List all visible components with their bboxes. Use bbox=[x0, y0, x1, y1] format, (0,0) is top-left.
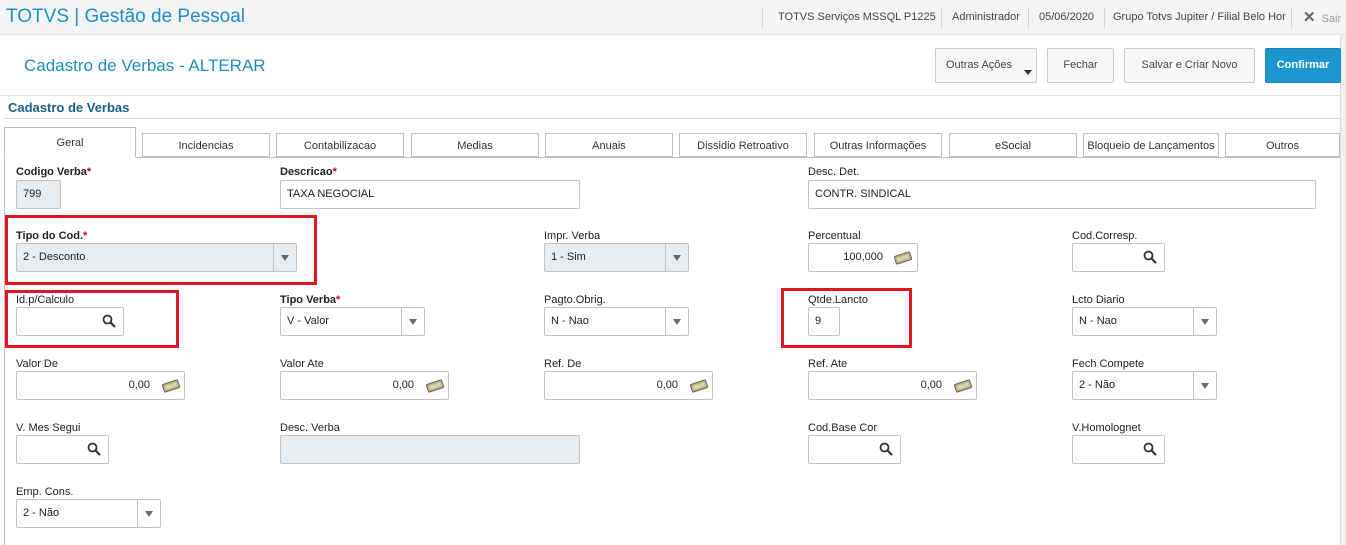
divider bbox=[762, 8, 763, 28]
descricao-label: Descricao* bbox=[280, 166, 337, 178]
fech-compete-value: 2 - Não bbox=[1079, 379, 1116, 391]
tipo-verba-value: V - Valor bbox=[287, 315, 329, 327]
pagto-obrig-select[interactable]: N - Nao bbox=[544, 307, 689, 336]
search-icon[interactable] bbox=[102, 314, 116, 328]
more-actions-button[interactable]: Outras Ações bbox=[935, 48, 1037, 83]
environment-label: TOTVS Serviços MSSQL P1225 bbox=[778, 11, 936, 23]
exit-button[interactable]: ✕ Sair bbox=[1303, 0, 1341, 35]
divider bbox=[1104, 8, 1105, 28]
chevron-down-icon[interactable] bbox=[273, 244, 296, 271]
impr-verba-value: 1 - Sim bbox=[551, 251, 586, 263]
desc-det-field[interactable]: CONTR. SINDICAL bbox=[808, 180, 1316, 209]
cod-corresp-label: Cod.Corresp. bbox=[1072, 230, 1138, 242]
chevron-down-icon[interactable] bbox=[1193, 308, 1216, 335]
tipo-cod-label: Tipo do Cod.* bbox=[16, 230, 88, 242]
tab-outros[interactable]: Outros bbox=[1225, 133, 1340, 157]
tipo-cod-select[interactable]: 2 - Desconto bbox=[16, 243, 297, 272]
valor-ate-field[interactable]: 0,00 bbox=[280, 371, 449, 400]
v-mes-segui-label: V. Mes Segui bbox=[16, 422, 81, 434]
descricao-field[interactable]: TAXA NEGOCIAL bbox=[280, 180, 580, 209]
ref-de-field[interactable]: 0,00 bbox=[544, 371, 713, 400]
close-button[interactable]: Fechar bbox=[1047, 48, 1114, 83]
chevron-down-icon[interactable] bbox=[665, 244, 688, 271]
tab-geral[interactable]: Geral bbox=[4, 127, 136, 158]
lcto-diario-value: N - Nao bbox=[1079, 315, 1117, 327]
search-icon[interactable] bbox=[87, 442, 101, 456]
impr-verba-label: Impr. Verba bbox=[544, 230, 601, 242]
search-icon[interactable] bbox=[879, 442, 893, 456]
chevron-down-icon[interactable] bbox=[401, 308, 424, 335]
money-icon[interactable] bbox=[161, 379, 181, 393]
valor-ate-label: Valor Ate bbox=[280, 358, 324, 370]
form-area bbox=[4, 158, 1340, 545]
divider bbox=[1291, 8, 1292, 28]
pagto-obrig-label: Pagto.Obrig. bbox=[544, 294, 606, 306]
chevron-down-icon[interactable] bbox=[1193, 372, 1216, 399]
money-icon[interactable] bbox=[953, 379, 973, 393]
cod-base-cor-label: Cod.Base Cor bbox=[808, 422, 878, 434]
chevron-down-icon[interactable] bbox=[665, 308, 688, 335]
emp-cons-label: Emp. Cons. bbox=[16, 486, 74, 498]
fech-compete-select[interactable]: 2 - Não bbox=[1072, 371, 1217, 400]
confirm-button[interactable]: Confirmar bbox=[1265, 48, 1341, 83]
divider bbox=[941, 8, 942, 28]
tab-contabilizacao[interactable]: Contabilizacao bbox=[276, 133, 404, 157]
tab-esocial[interactable]: eSocial bbox=[949, 133, 1077, 157]
desc-det-label: Desc. Det. bbox=[808, 166, 860, 178]
app-brand: TOTVS | Gestão de Pessoal bbox=[6, 6, 246, 27]
date-label: 05/06/2020 bbox=[1039, 11, 1095, 23]
tab-dissidio-retroativo[interactable]: Dissidio Retroativo bbox=[679, 133, 807, 157]
codigo-verba-label: Codigo Verba* bbox=[16, 166, 92, 178]
tab-anuais[interactable]: Anuais bbox=[545, 133, 673, 157]
money-icon[interactable] bbox=[425, 379, 445, 393]
valor-de-field[interactable]: 0,00 bbox=[16, 371, 185, 400]
qtde-lancto-label: Qtde.Lancto bbox=[808, 294, 868, 306]
desc-verba-field[interactable] bbox=[280, 435, 580, 464]
lcto-diario-select[interactable]: N - Nao bbox=[1072, 307, 1217, 336]
divider bbox=[4, 118, 1340, 119]
lcto-diario-label: Lcto Diario bbox=[1072, 294, 1125, 306]
page-title: Cadastro de Verbas - ALTERAR bbox=[24, 56, 266, 75]
ref-ate-field[interactable]: 0,00 bbox=[808, 371, 977, 400]
chevron-down-icon[interactable] bbox=[137, 500, 160, 527]
chevron-down-icon bbox=[1024, 70, 1032, 75]
codigo-verba-field[interactable]: 799 bbox=[16, 180, 61, 209]
money-icon[interactable] bbox=[689, 379, 709, 393]
impr-verba-select[interactable]: 1 - Sim bbox=[544, 243, 689, 272]
emp-cons-value: 2 - Não bbox=[23, 507, 60, 519]
section-title: Cadastro de Verbas bbox=[8, 100, 130, 115]
emp-cons-select[interactable]: 2 - Não bbox=[16, 499, 161, 528]
divider bbox=[1028, 8, 1029, 28]
tipo-verba-select[interactable]: V - Valor bbox=[280, 307, 425, 336]
search-icon[interactable] bbox=[1143, 250, 1157, 264]
v-homolognet-label: V.Homolognet bbox=[1072, 422, 1141, 434]
desc-verba-label: Desc. Verba bbox=[280, 422, 340, 434]
top-bar: TOTVS | Gestão de Pessoal TOTVS Serviços… bbox=[0, 0, 1346, 35]
tab-bloqueio-lancamentos[interactable]: Bloqueio de Lançamentos bbox=[1083, 133, 1219, 157]
tab-outras-informacoes[interactable]: Outras Informações bbox=[814, 133, 942, 157]
ref-de-label: Ref. De bbox=[544, 358, 582, 370]
tab-medias[interactable]: Medias bbox=[411, 133, 539, 157]
percentual-label: Percentual bbox=[808, 230, 861, 242]
user-label[interactable]: Administrador bbox=[952, 0, 1020, 35]
search-icon[interactable] bbox=[1143, 442, 1157, 456]
save-new-button[interactable]: Salvar e Criar Novo bbox=[1124, 48, 1255, 83]
ref-ate-label: Ref. Ate bbox=[808, 358, 848, 370]
more-actions-label: Outras Ações bbox=[946, 59, 1013, 71]
tab-incidencias[interactable]: Incidencias bbox=[142, 133, 270, 157]
vertical-scrollbar[interactable] bbox=[1340, 35, 1346, 545]
qtde-lancto-field[interactable]: 9 bbox=[808, 307, 840, 336]
tipo-verba-label: Tipo Verba* bbox=[280, 294, 341, 306]
exit-label: Sair bbox=[1321, 13, 1342, 25]
pagto-obrig-value: N - Nao bbox=[551, 315, 589, 327]
close-icon: ✕ bbox=[1303, 9, 1316, 26]
company-label[interactable]: Grupo Totvs Jupiter / Filial Belo Hor bbox=[1113, 0, 1286, 35]
valor-de-label: Valor De bbox=[16, 358, 58, 370]
fech-compete-label: Fech Compete bbox=[1072, 358, 1145, 370]
money-icon[interactable] bbox=[893, 251, 913, 265]
tipo-cod-value: 2 - Desconto bbox=[23, 251, 86, 263]
id-calculo-label: Id.p/Calculo bbox=[16, 294, 75, 306]
